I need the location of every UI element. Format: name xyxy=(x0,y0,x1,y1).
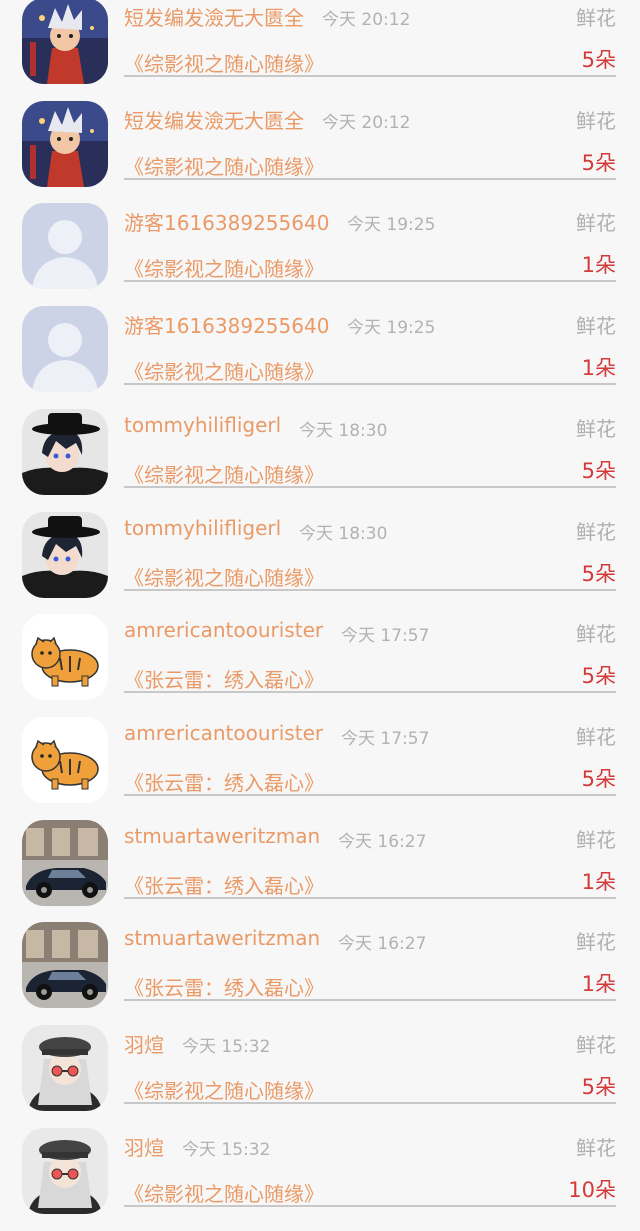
user-name[interactable]: 短发编发澰无大匮全 xyxy=(124,105,304,134)
work-title-link[interactable]: 《综影视之随心随缘》 xyxy=(124,151,324,180)
row-divider xyxy=(124,75,616,77)
user-name[interactable]: 短发编发澰无大匮全 xyxy=(124,2,304,31)
gift-type: 鲜花 xyxy=(576,6,616,30)
gift-count: 5朵 xyxy=(581,48,616,72)
row-divider xyxy=(124,896,616,899)
gift-count: 5朵 xyxy=(581,664,616,689)
gift-type: 鲜花 xyxy=(576,108,616,133)
gift-record-row[interactable]: 短发编发澰无大匮全 今天 20:12 鲜花《综影视之随心随缘》 5朵 xyxy=(0,100,640,204)
gift-record-list: 短发编发澰无大匮全 今天 20:12 鲜花 《综影视之随心随缘》 5朵 短发编发澰无大匮全… xyxy=(0,0,640,1214)
gift-record-row[interactable]: 游客1616389255640 今天 19:25 鲜花《综影视之随心随缘》 1朵 xyxy=(0,306,640,409)
user-avatar[interactable] xyxy=(22,306,108,393)
gift-count: 1朵 xyxy=(581,356,616,381)
user-name[interactable]: tommyhilifligerl xyxy=(124,516,281,540)
user-name[interactable]: 游客1616389255640 xyxy=(124,207,329,236)
gift-time: 今天 19:25 xyxy=(347,318,436,339)
gift-time: 今天 16:27 xyxy=(338,934,427,955)
gift-time: 今天 18:30 xyxy=(299,420,388,441)
gift-time: 今天 16:27 xyxy=(338,831,427,852)
gift-count: 5朵 xyxy=(581,561,616,586)
gift-type: 鲜花 xyxy=(576,827,616,852)
gift-record-row[interactable]: 羽煊 今天 15:32 鲜花《综影视之随心随缘》 5朵 xyxy=(0,1025,640,1128)
user-avatar[interactable] xyxy=(22,819,108,906)
user-name[interactable]: 羽煊 xyxy=(124,1132,164,1161)
row-divider xyxy=(124,485,616,488)
gift-time: 今天 15:32 xyxy=(182,1037,271,1057)
gift-record-row[interactable]: amrericantoourister 今天 17:57 鲜花《张云雷：绣入磊心》 5… xyxy=(0,614,640,717)
gift-type: 鲜花 xyxy=(576,930,616,955)
gift-record-row[interactable]: amrericantoourister 今天 17:57 鲜花《张云雷：绣入磊心》 5… xyxy=(0,716,640,820)
user-name[interactable]: amrericantoourister xyxy=(124,618,323,642)
user-avatar[interactable] xyxy=(22,1127,108,1214)
user-avatar[interactable] xyxy=(22,0,108,84)
work-title-link[interactable]: 《综影视之随心随缘》 xyxy=(124,459,324,488)
gift-record-row[interactable]: 羽煊 今天 15:32 鲜花《综影视之随心随缘》 10朵 xyxy=(0,1127,640,1231)
gift-time: 今天 19:25 xyxy=(347,215,436,236)
work-title-link[interactable]: 《张云雷：绣入磊心》 xyxy=(124,664,324,693)
gift-time: 今天 18:30 xyxy=(299,523,388,544)
work-title-link[interactable]: 《张云雷：绣入磊心》 xyxy=(124,767,324,796)
user-avatar[interactable] xyxy=(22,716,108,803)
user-name[interactable]: amrericantoourister xyxy=(124,721,323,745)
user-avatar[interactable] xyxy=(22,614,108,701)
row-divider xyxy=(124,691,616,694)
gift-record-row[interactable]: 游客1616389255640 今天 19:25 鲜花《综影视之随心随缘》 1朵 xyxy=(0,203,640,306)
work-title-link[interactable]: 《综影视之随心随缘》 xyxy=(124,562,324,591)
gift-count: 5朵 xyxy=(581,1075,616,1099)
gift-type: 鲜花 xyxy=(576,724,616,749)
user-name[interactable]: 游客1616389255640 xyxy=(124,310,329,339)
gift-type: 鲜花 xyxy=(576,211,616,236)
user-name[interactable]: 羽煊 xyxy=(124,1029,164,1058)
user-avatar[interactable] xyxy=(22,511,108,598)
row-divider xyxy=(124,1204,616,1207)
user-avatar[interactable] xyxy=(22,408,108,495)
gift-time: 今天 17:57 xyxy=(341,626,430,647)
gift-count: 10朵 xyxy=(568,1177,616,1202)
gift-record-row[interactable]: tommyhilifligerl 今天 18:30 鲜花《综影视之随心随缘》 5朵 xyxy=(0,408,640,512)
gift-count: 5朵 xyxy=(581,766,616,791)
user-name[interactable]: stmuartaweritzman xyxy=(124,926,320,950)
gift-type: 鲜花 xyxy=(576,622,616,647)
gift-type: 鲜花 xyxy=(576,314,616,339)
row-divider xyxy=(124,280,616,283)
gift-type: 鲜花 xyxy=(576,416,616,441)
gift-type: 鲜花 xyxy=(576,519,616,544)
gift-record-row[interactable]: 短发编发澰无大匮全 今天 20:12 鲜花《综影视之随心随缘》 5朵 xyxy=(0,0,640,101)
gift-count: 5朵 xyxy=(581,458,616,483)
work-title-link[interactable]: 《综影视之随心随缘》 xyxy=(124,48,324,77)
gift-record-row[interactable]: stmuartaweritzman 今天 16:27 鲜花《张云雷：绣入磊心》 1朵 xyxy=(0,922,640,1025)
gift-type: 鲜花 xyxy=(576,1135,616,1160)
gift-time: 今天 15:32 xyxy=(182,1139,271,1160)
user-name[interactable]: tommyhilifligerl xyxy=(124,413,281,437)
user-avatar[interactable] xyxy=(22,1025,108,1111)
gift-count: 5朵 xyxy=(581,150,616,175)
gift-count: 1朵 xyxy=(581,869,616,894)
work-title-link[interactable]: 《张云雷：绣入磊心》 xyxy=(124,870,324,899)
work-title-link[interactable]: 《综影视之随心随缘》 xyxy=(124,356,324,385)
work-title-link[interactable]: 《综影视之随心随缘》 xyxy=(124,253,324,282)
row-divider xyxy=(124,793,616,796)
row-divider xyxy=(124,1102,616,1104)
row-divider xyxy=(124,383,616,386)
work-title-link[interactable]: 《综影视之随心随缘》 xyxy=(124,1075,324,1104)
work-title-link[interactable]: 《张云雷：绣入磊心》 xyxy=(124,972,324,1001)
row-divider xyxy=(124,177,616,180)
row-divider xyxy=(124,588,616,591)
gift-count: 1朵 xyxy=(581,253,616,278)
row-divider xyxy=(124,999,616,1002)
gift-time: 今天 17:57 xyxy=(341,728,430,749)
gift-type: 鲜花 xyxy=(576,1033,616,1057)
gift-record-row[interactable]: tommyhilifligerl 今天 18:30 鲜花《综影视之随心随缘》 5朵 xyxy=(0,511,640,615)
gift-time: 今天 20:12 xyxy=(322,112,411,133)
gift-count: 1朵 xyxy=(581,972,616,997)
gift-record-row[interactable]: stmuartaweritzman 今天 16:27 鲜花《张云雷：绣入磊心》 1朵 xyxy=(0,819,640,923)
user-avatar[interactable] xyxy=(22,100,108,187)
work-title-link[interactable]: 《综影视之随心随缘》 xyxy=(124,1178,324,1207)
gift-time: 今天 20:12 xyxy=(322,10,411,30)
user-avatar[interactable] xyxy=(22,922,108,1009)
user-avatar[interactable] xyxy=(22,203,108,290)
user-name[interactable]: stmuartaweritzman xyxy=(124,824,320,848)
